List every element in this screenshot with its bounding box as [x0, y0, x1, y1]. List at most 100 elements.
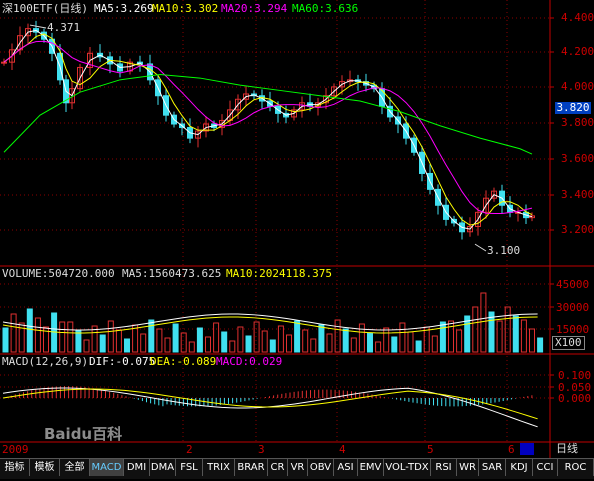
volume-bar	[140, 333, 147, 353]
y-tick-3200: 3.200	[561, 223, 594, 236]
volume-bar	[99, 334, 106, 353]
volume-unit: X100	[552, 336, 585, 350]
volume-bar	[529, 328, 535, 353]
x-month-2: 2	[186, 443, 193, 456]
volume-bar	[26, 308, 33, 353]
current-price-badge: 3.820	[555, 101, 591, 114]
x-year-label: 2009	[2, 443, 29, 456]
ma20-line	[3, 40, 533, 214]
volume-bar	[286, 334, 292, 353]
y-tick-3800: 3.800	[561, 116, 594, 129]
tab-vr[interactable]: VR	[288, 459, 308, 476]
volume-ma5-line	[2, 313, 538, 331]
x-month-3: 3	[258, 443, 265, 456]
volume-bar	[83, 339, 90, 353]
y-tick-3400: 3.400	[561, 188, 594, 201]
volume-ma10-line	[2, 316, 538, 334]
vol-tick-30000: 30000	[556, 301, 590, 314]
high-marker: 4.371	[47, 21, 81, 34]
tab-macd[interactable]: MACD	[90, 459, 124, 476]
low-marker: 3.100	[487, 244, 521, 257]
volume-ma10: MA10:2024118.375	[226, 267, 332, 280]
tab-fsl[interactable]: FSL	[176, 459, 203, 476]
period-label[interactable]: 日线	[556, 443, 578, 455]
macd-tick-0000: 0.000	[558, 392, 592, 405]
volume-bar	[229, 340, 236, 353]
volume-bar	[294, 320, 301, 353]
y-tick-4200: 4.200	[561, 45, 594, 58]
macd-label: MACD(12,26,9)	[2, 355, 89, 368]
volume-bar	[302, 329, 309, 353]
tab-wr[interactable]: WR	[457, 459, 479, 476]
chart-canvas[interactable]	[0, 0, 594, 478]
low-marker-arrow	[474, 243, 487, 252]
ma20-value: MA20:3.294	[221, 2, 288, 15]
volume-bar	[221, 331, 228, 353]
tab-cr[interactable]: CR	[268, 459, 288, 476]
tab-roc[interactable]: ROC	[558, 459, 594, 476]
volume-ma5: MA5:1560473.625	[122, 267, 222, 280]
y-tick-4000: 4.000	[561, 80, 594, 93]
x-month-6: 6	[508, 443, 515, 456]
volume-bar	[456, 329, 463, 353]
volume-bar	[415, 340, 422, 353]
volume-bar	[115, 329, 122, 353]
volume-bar	[205, 336, 211, 353]
volume-bar	[472, 306, 479, 353]
tab-kdj[interactable]: KDJ	[506, 459, 533, 476]
volume-bar	[496, 320, 503, 353]
tab-all[interactable]: 全部	[60, 459, 90, 476]
scroll-indicator[interactable]	[520, 443, 534, 455]
instrument-title: 深100ETF(日线)	[2, 2, 88, 15]
y-tick-3600: 3.600	[561, 152, 594, 165]
tab-obv[interactable]: OBV	[308, 459, 334, 476]
volume-bar	[407, 331, 414, 353]
volume-bar	[277, 325, 284, 353]
volume-bar	[342, 328, 349, 353]
vol-tick-45000: 45000	[556, 278, 590, 291]
watermark: Baidu百科	[44, 425, 123, 443]
volume-bar	[310, 338, 317, 353]
volume-bar	[448, 320, 454, 353]
volume-bar	[245, 335, 252, 353]
tab-indicators[interactable]: 指标	[0, 459, 30, 476]
tab-cci[interactable]: CCI	[533, 459, 558, 476]
volume-bar	[383, 327, 390, 353]
tab-trix[interactable]: TRIX	[203, 459, 235, 476]
volume-bar	[107, 320, 114, 353]
volume-bar	[399, 322, 406, 353]
volume-bar	[358, 323, 365, 353]
volume-bar	[2, 327, 9, 353]
volume-bar	[148, 319, 155, 353]
ma60-line	[3, 74, 533, 155]
volume-bar	[124, 338, 130, 353]
y-tick-4400: 4.400	[561, 11, 594, 24]
tab-dmi[interactable]: DMI	[124, 459, 150, 476]
volume-bar	[334, 319, 341, 353]
volume-bar	[391, 336, 398, 353]
macd-value: MACD:0.029	[216, 355, 283, 368]
volume-bar	[375, 341, 382, 353]
volume-bar	[196, 327, 203, 353]
volume-bar	[10, 313, 17, 353]
volume-bar	[480, 292, 487, 353]
vol-tick-15000: 15000	[556, 323, 590, 336]
volume-bar	[59, 321, 66, 353]
tab-sar[interactable]: SAR	[479, 459, 506, 476]
tab-vol-tdx[interactable]: VOL-TDX	[384, 459, 431, 476]
volume-bar	[67, 321, 74, 353]
tab-rsi[interactable]: RSI	[431, 459, 457, 476]
volume-bar	[439, 321, 446, 353]
volume-bar	[269, 339, 276, 353]
volume-bar	[350, 337, 357, 353]
volume-bar	[237, 326, 244, 353]
tab-emv[interactable]: EMV	[358, 459, 384, 476]
tab-templates[interactable]: 模板	[30, 459, 60, 476]
tab-brar[interactable]: BRAR	[235, 459, 268, 476]
tab-asi[interactable]: ASI	[334, 459, 358, 476]
macd-dea: DEA:-0.089	[150, 355, 217, 368]
volume-bar	[180, 332, 187, 353]
volume-bar	[75, 330, 82, 353]
x-month-5: 5	[427, 443, 434, 456]
tab-dma[interactable]: DMA	[150, 459, 176, 476]
